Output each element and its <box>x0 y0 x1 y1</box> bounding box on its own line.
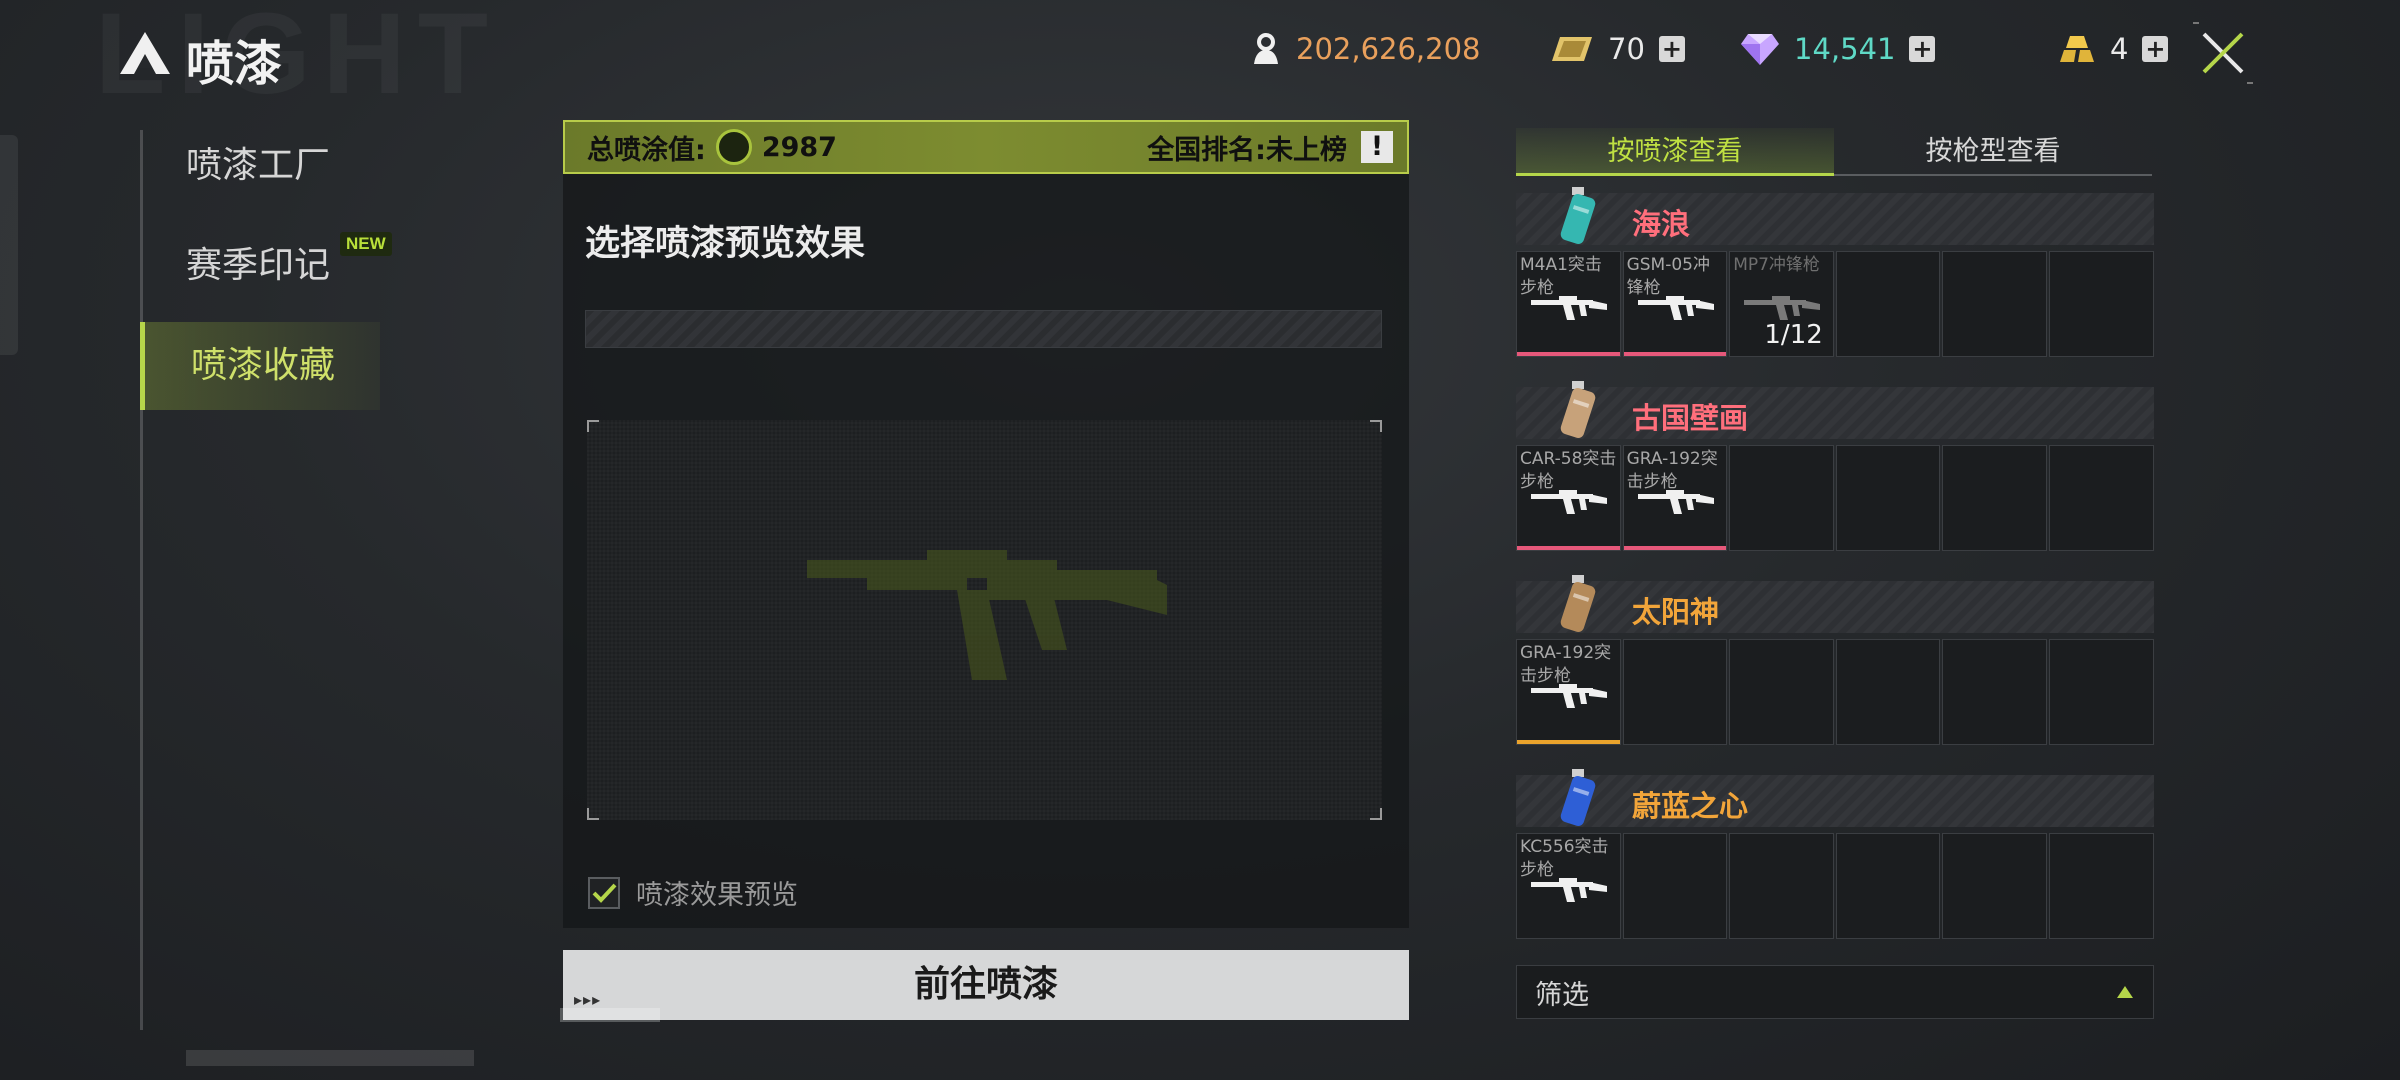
currency-diamonds: 14,541 + <box>1740 32 1936 66</box>
weapon-slot-row: CAR-58突击步枪 GRA-192突击步枪 <box>1516 445 2154 551</box>
weapon-slot-row: GRA-192突击步枪 <box>1516 639 2154 745</box>
coin-bag-icon <box>1254 33 1278 64</box>
select-preview-title: 选择喷漆预览效果 <box>585 224 866 264</box>
preview-area <box>587 420 1382 820</box>
spray-can-icon <box>1560 187 1596 244</box>
add-tickets-button[interactable]: + <box>1658 36 1685 62</box>
diamond-amount: 14,541 <box>1794 32 1896 66</box>
coin-amount: 202,626,208 <box>1296 32 1481 66</box>
weapon-icon <box>1637 296 1714 320</box>
weapon-slot[interactable]: GRA-192突击步枪 <box>1622 445 1728 551</box>
rarity-bar <box>1623 352 1727 356</box>
empty-slot <box>2048 445 2154 551</box>
preview-checkbox-label: 喷漆效果预览 <box>636 880 798 911</box>
preview-checkbox[interactable] <box>588 876 620 909</box>
weapon-icon <box>1531 296 1607 320</box>
weapon-slot[interactable]: GRA-192突击步枪 <box>1516 639 1621 745</box>
spray-group-name: 海浪 <box>1632 207 1691 241</box>
ticket-icon <box>1552 37 1592 61</box>
weapon-icon <box>1531 490 1607 514</box>
go-spray-button[interactable]: 前往喷漆 <box>563 950 1409 1020</box>
gold-amount: 4 <box>2110 32 2129 66</box>
obscured-text-bar <box>186 1050 474 1066</box>
gold-bar-icon <box>2060 36 2094 62</box>
spray-selector-strip[interactable] <box>585 310 1382 348</box>
empty-slot <box>2048 639 2154 745</box>
rarity-bar <box>1623 546 1727 550</box>
tab-by-weapon[interactable]: 按枪型查看 <box>1834 128 2152 176</box>
add-gold-button[interactable]: + <box>2142 36 2169 62</box>
weapon-icon <box>1531 878 1607 902</box>
rifle-silhouette-icon <box>807 550 1167 680</box>
score-label: 总喷涂值: <box>587 134 706 166</box>
weapon-icon <box>1637 490 1714 514</box>
empty-slot <box>1835 833 1941 939</box>
page-title: 喷漆 <box>186 36 283 92</box>
info-icon[interactable]: ! <box>1361 131 1393 163</box>
empty-slot <box>2048 833 2154 939</box>
add-diamonds-button[interactable]: + <box>1909 36 1936 62</box>
weapon-icon <box>1531 684 1607 708</box>
empty-slot <box>1942 639 2047 745</box>
spray-can-icon <box>1560 381 1596 438</box>
empty-slot <box>1622 639 1728 745</box>
tab-by-spray[interactable]: 按喷漆查看 <box>1516 128 1834 176</box>
close-icon[interactable] <box>2190 20 2256 86</box>
spray-group-header[interactable]: 古国壁画 <box>1516 381 2154 439</box>
spray-group-header[interactable]: 太阳神 <box>1516 575 2154 633</box>
diamond-icon <box>1741 34 1779 65</box>
spray-group-header[interactable]: 海浪 <box>1516 187 2154 245</box>
currency-gold: 4 + <box>2058 32 2169 66</box>
empty-slot <box>1942 251 2047 357</box>
weapon-slot-row: M4A1突击步枪 GSM-05冲锋枪 MP7冲锋枪 1/12 <box>1516 251 2154 357</box>
edge-tab[interactable] <box>0 135 18 355</box>
empty-slot <box>1729 445 1834 551</box>
spray-can-icon <box>1560 575 1596 632</box>
ticket-amount: 70 <box>1608 32 1645 66</box>
spray-group-name: 古国壁画 <box>1632 401 1749 435</box>
rarity-bar <box>1517 546 1620 550</box>
empty-slot <box>2048 251 2154 357</box>
rank-label: 全国排名:未上榜 <box>1147 134 1347 166</box>
score-value: 2987 <box>761 131 837 163</box>
score-bar: 总喷涂值: 2987 全国排名:未上榜 ! <box>563 120 1409 174</box>
weapon-slot[interactable]: KC556突击步枪 <box>1516 833 1621 939</box>
empty-slot <box>1835 445 1941 551</box>
check-icon <box>592 883 617 903</box>
weapon-slot-row: KC556突击步枪 <box>1516 833 2154 939</box>
rarity-bar <box>1517 740 1620 744</box>
nav-item-spray-collection[interactable]: 喷漆收藏 <box>140 322 380 410</box>
empty-slot <box>1942 833 2047 939</box>
empty-slot <box>1729 833 1834 939</box>
empty-slot <box>1835 251 1941 357</box>
spray-group-header[interactable]: 蔚蓝之心 <box>1516 769 2154 827</box>
weapon-slot-label: MP7冲锋枪 <box>1733 255 1820 275</box>
obscured-tab <box>560 1008 660 1022</box>
weapon-slot[interactable]: M4A1突击步枪 <box>1516 251 1621 357</box>
spray-group-name: 蔚蓝之心 <box>1632 789 1749 823</box>
empty-slot <box>1835 639 1941 745</box>
currency-tickets: 70 + <box>1548 32 1685 66</box>
spray-group-name: 太阳神 <box>1632 595 1720 629</box>
triangle-up-icon <box>2117 986 2133 998</box>
currency-coins: 202,626,208 <box>1250 32 1481 66</box>
filter-label: 筛选 <box>1535 979 1589 1011</box>
weapon-slot[interactable]: GSM-05冲锋枪 <box>1622 251 1728 357</box>
spray-score-icon <box>715 129 752 165</box>
spray-can-icon <box>1560 769 1596 826</box>
rarity-bar <box>1517 352 1620 356</box>
app-logo-icon <box>120 32 170 74</box>
weapon-slot[interactable]: MP7冲锋枪 1/12 <box>1729 251 1834 357</box>
empty-slot <box>1622 833 1728 939</box>
collection-progress: 1/12 <box>1764 320 1823 350</box>
preview-toggle[interactable]: 喷漆效果预览 <box>588 873 798 912</box>
new-badge: NEW <box>340 232 392 256</box>
button-decoration-dots: ▸▸▸ <box>574 990 602 1009</box>
empty-slot <box>1942 445 2047 551</box>
filter-dropdown[interactable]: 筛选 <box>1516 965 2154 1019</box>
nav-item-spray-factory[interactable]: 喷漆工厂 <box>140 122 380 210</box>
weapon-slot[interactable]: CAR-58突击步枪 <box>1516 445 1621 551</box>
empty-slot <box>1729 639 1834 745</box>
